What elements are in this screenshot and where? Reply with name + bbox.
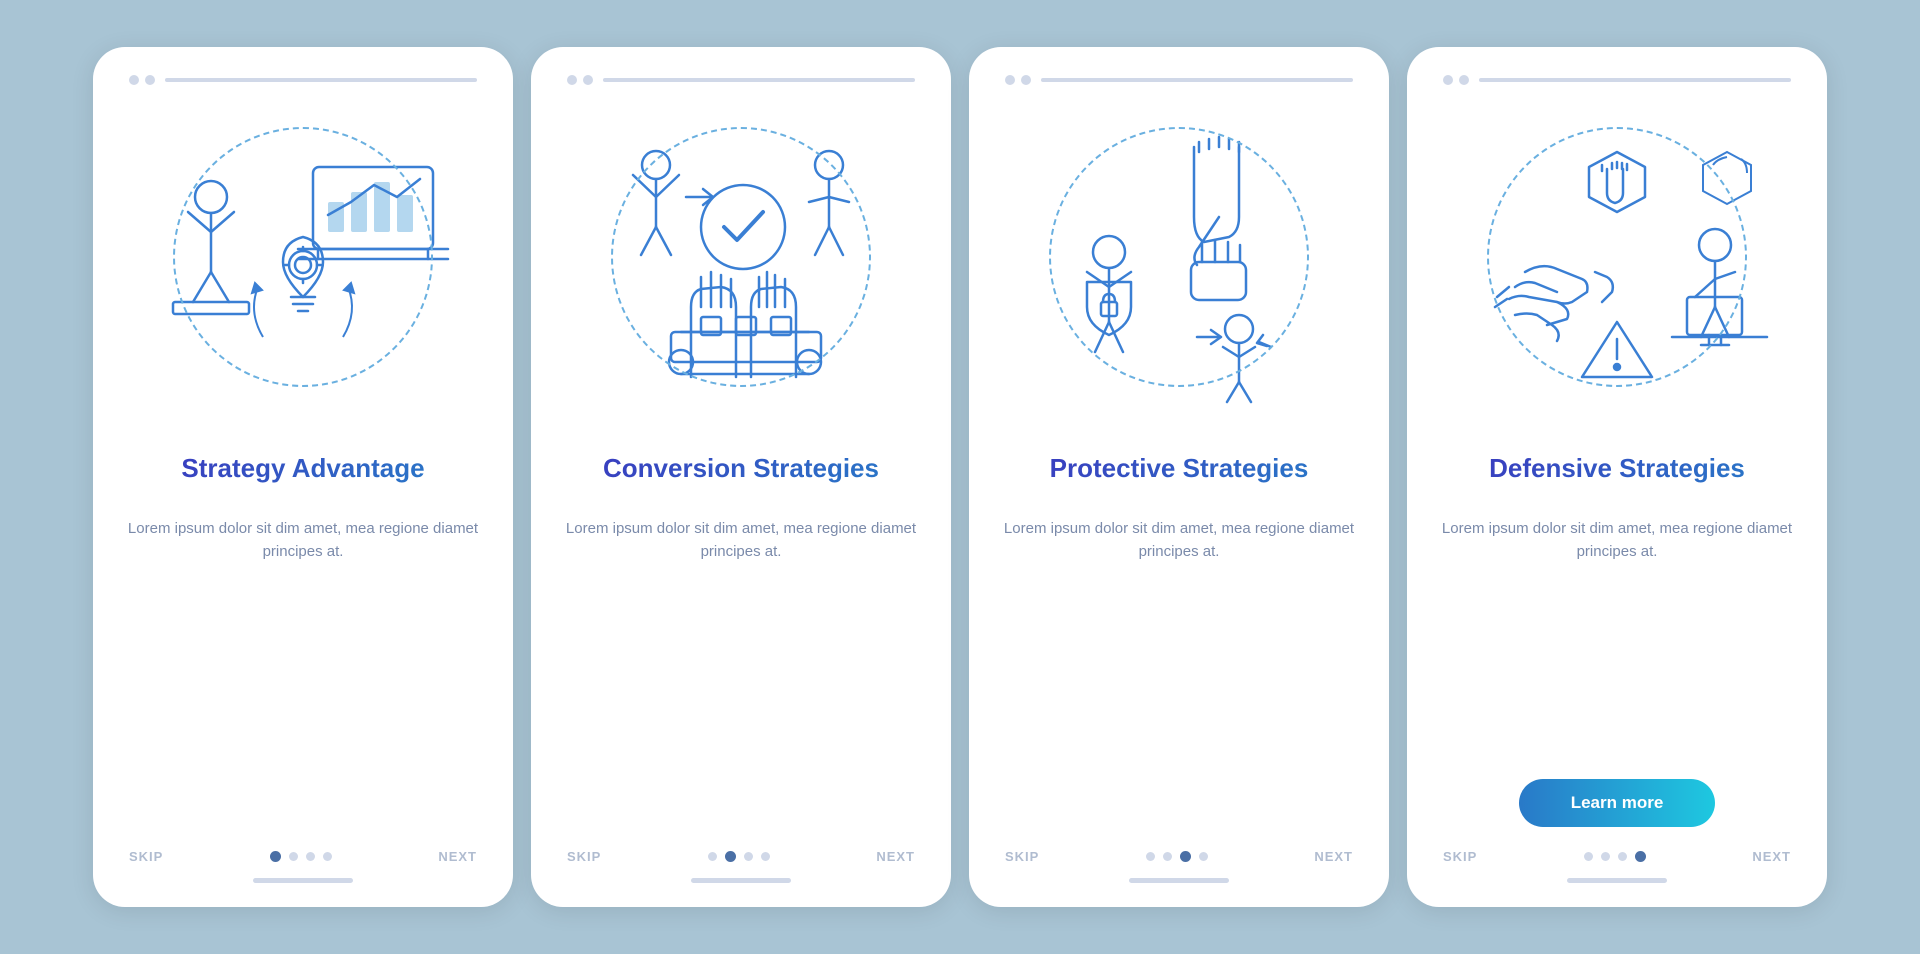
card-body-4: Lorem ipsum dolor sit dim amet, mea regi… <box>1439 517 1795 761</box>
status-dots-4 <box>1443 75 1469 85</box>
nav-dot-active[interactable] <box>1180 851 1191 862</box>
card-title-2: Conversion Strategies <box>603 435 879 501</box>
illustration-1 <box>143 97 463 417</box>
skip-button-4[interactable]: SKIP <box>1443 849 1477 864</box>
card-conversion-strategies: Conversion Strategies Lorem ipsum dolor … <box>531 47 951 907</box>
skip-button-2[interactable]: SKIP <box>567 849 601 864</box>
status-dot <box>1459 75 1469 85</box>
nav-dots-1 <box>270 851 332 862</box>
status-bar-2 <box>563 75 919 85</box>
status-dots-3 <box>1005 75 1031 85</box>
card-nav-2: SKIP NEXT <box>563 849 919 864</box>
card-body-2: Lorem ipsum dolor sit dim amet, mea regi… <box>563 517 919 827</box>
nav-dot[interactable] <box>306 852 315 861</box>
nav-dot[interactable] <box>761 852 770 861</box>
dashed-circle-3 <box>1049 127 1309 387</box>
nav-dot[interactable] <box>708 852 717 861</box>
learn-more-button[interactable]: Learn more <box>1519 779 1716 827</box>
card-body-3: Lorem ipsum dolor sit dim amet, mea regi… <box>1001 517 1357 827</box>
scroll-bar-2 <box>691 878 791 883</box>
nav-dot-active[interactable] <box>1635 851 1646 862</box>
status-line <box>1041 78 1353 82</box>
illustration-4 <box>1457 97 1777 417</box>
status-dot <box>583 75 593 85</box>
illustration-2 <box>581 97 901 417</box>
skip-button-3[interactable]: SKIP <box>1005 849 1039 864</box>
nav-dots-2 <box>708 851 770 862</box>
card-body-1: Lorem ipsum dolor sit dim amet, mea regi… <box>125 517 481 827</box>
dashed-circle <box>173 127 433 387</box>
card-protective-strategies: Protective Strategies Lorem ipsum dolor … <box>969 47 1389 907</box>
card-title-4: Defensive Strategies <box>1489 435 1745 501</box>
scroll-bar-1 <box>253 878 353 883</box>
dashed-circle-4 <box>1487 127 1747 387</box>
nav-dot[interactable] <box>1618 852 1627 861</box>
nav-dot[interactable] <box>1146 852 1155 861</box>
status-dot <box>145 75 155 85</box>
card-nav-1: SKIP NEXT <box>125 849 481 864</box>
card-nav-4: SKIP NEXT <box>1439 849 1795 864</box>
nav-dot[interactable] <box>289 852 298 861</box>
dashed-circle-2 <box>611 127 871 387</box>
status-dot <box>1443 75 1453 85</box>
status-bar-3 <box>1001 75 1357 85</box>
status-dots-2 <box>567 75 593 85</box>
status-line <box>1479 78 1791 82</box>
next-button-4[interactable]: NEXT <box>1752 849 1791 864</box>
status-bar-4 <box>1439 75 1795 85</box>
nav-dot[interactable] <box>1163 852 1172 861</box>
nav-dot[interactable] <box>1199 852 1208 861</box>
card-strategy-advantage: Strategy Advantage Lorem ipsum dolor sit… <box>93 47 513 907</box>
skip-button-1[interactable]: SKIP <box>129 849 163 864</box>
status-bar-1 <box>125 75 481 85</box>
nav-dots-3 <box>1146 851 1208 862</box>
scroll-bar-3 <box>1129 878 1229 883</box>
nav-dot[interactable] <box>1584 852 1593 861</box>
illustration-3 <box>1019 97 1339 417</box>
status-dot <box>567 75 577 85</box>
nav-dot[interactable] <box>744 852 753 861</box>
next-button-2[interactable]: NEXT <box>876 849 915 864</box>
nav-dots-4 <box>1584 851 1646 862</box>
nav-dot[interactable] <box>323 852 332 861</box>
scroll-bar-4 <box>1567 878 1667 883</box>
next-button-3[interactable]: NEXT <box>1314 849 1353 864</box>
card-nav-3: SKIP NEXT <box>1001 849 1357 864</box>
nav-dot[interactable] <box>1601 852 1610 861</box>
status-dot <box>129 75 139 85</box>
status-line <box>603 78 915 82</box>
status-dot <box>1021 75 1031 85</box>
nav-dot-active[interactable] <box>725 851 736 862</box>
next-button-1[interactable]: NEXT <box>438 849 477 864</box>
cards-container: Strategy Advantage Lorem ipsum dolor sit… <box>63 17 1857 937</box>
card-title-3: Protective Strategies <box>1050 435 1309 501</box>
card-defensive-strategies: Defensive Strategies Lorem ipsum dolor s… <box>1407 47 1827 907</box>
status-line <box>165 78 477 82</box>
status-dots-1 <box>129 75 155 85</box>
status-dot <box>1005 75 1015 85</box>
card-title-1: Strategy Advantage <box>181 435 424 501</box>
nav-dot-active[interactable] <box>270 851 281 862</box>
